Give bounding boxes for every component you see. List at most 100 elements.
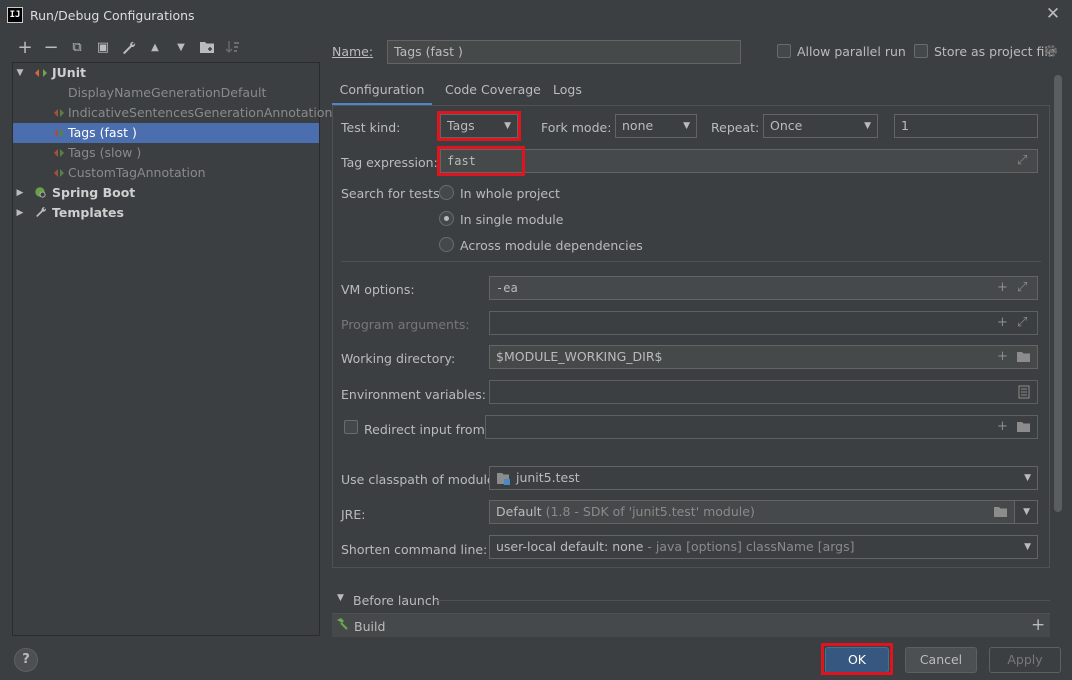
chevron-down-icon: ▼ xyxy=(504,121,511,131)
radio-single-module[interactable] xyxy=(439,211,454,226)
shorten-command-line-select[interactable]: user-local default: none - java [options… xyxy=(489,535,1038,559)
vertical-scrollbar[interactable] xyxy=(1054,75,1062,512)
tree-item-tags-slow[interactable]: Tags (slow ) xyxy=(13,143,319,163)
before-launch-title: Before launch xyxy=(353,593,440,608)
ok-button[interactable]: OK xyxy=(825,647,889,673)
tree-item-tags-fast[interactable]: Tags (fast ) xyxy=(13,123,319,143)
tree-label-templates: Templates xyxy=(52,205,124,220)
name-input[interactable]: Tags (fast ) xyxy=(387,40,741,64)
gear-icon[interactable] xyxy=(1044,44,1058,58)
junit-icon xyxy=(35,69,47,77)
folder-icon[interactable] xyxy=(993,501,1008,523)
chevron-down-icon: ▼ xyxy=(683,121,690,131)
apply-button[interactable]: Apply xyxy=(989,647,1061,673)
program-arguments-label: Program arguments: xyxy=(341,317,470,332)
store-as-file-checkbox[interactable] xyxy=(914,44,928,58)
chevron-down-icon: ▼ xyxy=(1023,507,1030,517)
jre-dropdown-button[interactable]: ▼ xyxy=(1014,500,1038,524)
vm-options-input[interactable]: -ea xyxy=(489,276,1038,300)
tab-configuration[interactable]: Configuration xyxy=(332,76,432,106)
tab-logs[interactable]: Logs xyxy=(553,76,582,106)
tree-node-junit[interactable]: ▼ JUnit xyxy=(13,63,319,83)
fork-mode-value: none xyxy=(622,118,654,133)
cancel-button[interactable]: Cancel xyxy=(905,647,977,673)
radio-across-modules[interactable] xyxy=(439,237,454,252)
remove-config-icon[interactable]: − xyxy=(42,39,60,57)
sort-icon[interactable] xyxy=(224,40,242,56)
save-config-icon[interactable]: ▣ xyxy=(94,40,112,56)
tree-item-label: Tags (slow ) xyxy=(68,145,142,160)
fork-mode-select[interactable]: none ▼ xyxy=(615,114,697,138)
test-kind-value: Tags xyxy=(447,118,475,133)
tree-item-label: CustomTagAnnotation xyxy=(68,165,206,180)
close-icon[interactable]: ✕ xyxy=(1044,5,1062,23)
tree-item-label: Tags (fast ) xyxy=(68,125,137,140)
build-hammer-icon xyxy=(335,617,349,634)
tab-code-coverage[interactable]: Code Coverage xyxy=(445,76,541,106)
junit-test-icon xyxy=(54,169,64,177)
radio-whole-project[interactable] xyxy=(439,185,454,200)
shorten-command-line-value: user-local default: none xyxy=(496,539,644,554)
move-down-icon[interactable]: ▼ xyxy=(172,40,190,56)
plus-icon[interactable]: + xyxy=(997,312,1008,334)
expand-icon[interactable]: ⤢ xyxy=(1017,277,1027,299)
expand-icon[interactable]: ⤢ xyxy=(1017,312,1027,334)
repeat-label: Repeat: xyxy=(711,120,760,135)
move-up-icon[interactable]: ▲ xyxy=(146,40,164,56)
expand-icon[interactable]: ⤢ xyxy=(1017,150,1027,172)
working-directory-input[interactable]: $MODULE_WORKING_DIR$ xyxy=(489,345,1038,369)
plus-icon[interactable]: + xyxy=(997,346,1008,368)
radio-single-module-label: In single module xyxy=(460,212,564,227)
tree-item-label: DisplayNameGenerationDefault xyxy=(68,85,267,100)
edit-defaults-icon[interactable] xyxy=(120,40,138,56)
add-before-launch-icon[interactable]: + xyxy=(1031,615,1045,635)
repeat-count-input[interactable]: 1 xyxy=(894,114,1038,138)
config-panel xyxy=(332,106,1050,568)
allow-parallel-checkbox[interactable] xyxy=(777,44,791,58)
redirect-input-field[interactable] xyxy=(485,415,1038,439)
classpath-module-value: junit5.test xyxy=(515,470,580,485)
repeat-value: Once xyxy=(770,118,803,133)
tree-item-display-name[interactable]: DisplayNameGenerationDefault xyxy=(13,83,319,103)
help-button[interactable]: ? xyxy=(14,648,38,672)
spring-boot-icon xyxy=(35,187,46,198)
junit-test-icon xyxy=(54,149,64,157)
before-launch-toggle-icon[interactable]: ▼ xyxy=(337,593,344,603)
junit-test-icon xyxy=(54,109,64,117)
before-launch-divider xyxy=(434,600,1050,601)
add-config-icon[interactable]: + xyxy=(16,39,34,57)
tree-node-spring-boot[interactable]: ▶ Spring Boot xyxy=(13,183,319,203)
expanded-arrow-icon[interactable]: ▼ xyxy=(15,63,25,83)
copy-config-icon[interactable]: ⧉ xyxy=(68,40,86,56)
environment-variables-input[interactable] xyxy=(489,380,1038,404)
collapsed-arrow-icon[interactable]: ▶ xyxy=(15,203,25,223)
tree-item-indicative[interactable]: IndicativeSentencesGenerationAnnotation xyxy=(13,103,332,123)
jre-label: JRE: xyxy=(341,507,366,522)
before-launch-build[interactable]: Build xyxy=(354,619,385,634)
folder-icon[interactable] xyxy=(1016,416,1031,438)
program-arguments-input[interactable] xyxy=(489,311,1038,335)
search-for-tests-label: Search for tests: xyxy=(341,186,444,201)
window-title: Run/Debug Configurations xyxy=(30,8,195,23)
before-launch-list[interactable] xyxy=(332,613,1050,637)
classpath-module-label: Use classpath of module: xyxy=(341,472,499,487)
folder-icon[interactable] xyxy=(1016,346,1031,368)
plus-icon[interactable]: + xyxy=(997,277,1008,299)
collapsed-arrow-icon[interactable]: ▶ xyxy=(15,183,25,203)
tree-node-templates[interactable]: ▶ Templates xyxy=(13,203,319,223)
working-directory-label: Working directory: xyxy=(341,351,456,366)
module-folder-icon xyxy=(497,472,510,485)
test-kind-select[interactable]: Tags ▼ xyxy=(440,114,518,138)
tag-expression-input[interactable]: fast xyxy=(440,149,1038,173)
new-folder-icon[interactable] xyxy=(198,40,216,56)
repeat-select[interactable]: Once ▼ xyxy=(763,114,878,138)
redirect-input-label: Redirect input from: xyxy=(364,422,489,437)
config-tree[interactable]: ▼ JUnit DisplayNameGenerationDefault Ind… xyxy=(12,62,332,636)
edit-list-icon[interactable] xyxy=(1018,381,1030,403)
plus-icon[interactable]: + xyxy=(997,416,1008,438)
redirect-input-checkbox[interactable] xyxy=(344,420,358,434)
jre-input[interactable]: Default (1.8 - SDK of 'junit5.test' modu… xyxy=(489,500,1015,524)
fork-mode-label: Fork mode: xyxy=(541,120,612,135)
classpath-module-select[interactable]: junit5.test ▼ xyxy=(489,466,1038,490)
tree-item-custom-tag[interactable]: CustomTagAnnotation xyxy=(13,163,319,183)
